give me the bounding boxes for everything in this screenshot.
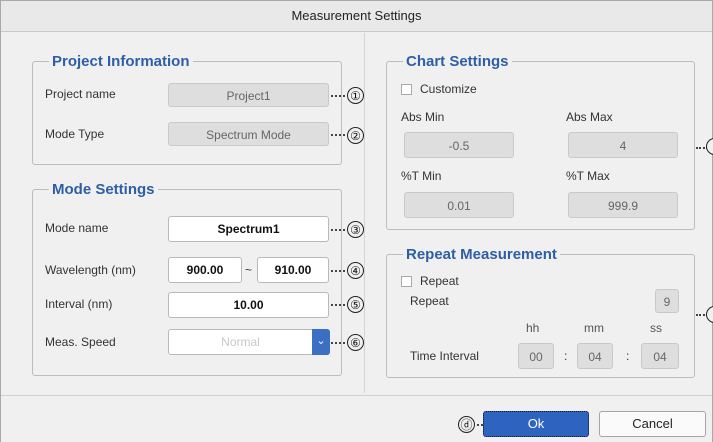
time-interval-label: Time Interval: [410, 349, 479, 363]
meas-speed-label: Meas. Speed: [45, 335, 116, 349]
t-max-field: 999.9: [568, 192, 678, 218]
wavelength-start-input[interactable]: 900.00: [168, 257, 242, 283]
mm-field: 04: [577, 343, 613, 369]
t-min-field: 0.01: [404, 192, 514, 218]
measurement-settings-window: Measurement Settings Project Information…: [0, 0, 713, 442]
column-divider: [364, 33, 365, 393]
callout-3: ③: [347, 221, 364, 238]
colon-1: :: [564, 349, 568, 363]
callout-4: ④: [347, 262, 364, 279]
customize-checkbox[interactable]: [401, 84, 412, 95]
hh-label: hh: [526, 321, 540, 335]
project-information-group: Project Information: [32, 53, 342, 165]
callout-1: ①: [347, 87, 364, 104]
chart-settings-legend: Chart Settings: [406, 53, 509, 70]
meas-speed-dropdown-button[interactable]: ⌄: [312, 329, 330, 355]
callout-leader-2: [331, 134, 345, 136]
colon-2: :: [626, 349, 630, 363]
window-title: Measurement Settings: [1, 1, 712, 32]
hh-field: 00: [518, 343, 554, 369]
t-min-label: %T Min: [401, 169, 442, 183]
callout-leader-1: [331, 95, 345, 97]
project-name-field: Project1: [168, 83, 329, 107]
abs-max-field: 4: [568, 132, 678, 158]
mode-name-label: Mode name: [45, 221, 109, 235]
callout-leader-3: [331, 229, 345, 231]
wavelength-label: Wavelength (nm): [45, 263, 136, 277]
abs-min-label: Abs Min: [401, 110, 445, 124]
customize-label: Customize: [420, 82, 477, 96]
interval-input[interactable]: 10.00: [168, 292, 329, 318]
meas-speed-select[interactable]: Normal: [168, 329, 313, 355]
callout-6: ⑥: [347, 334, 364, 351]
callout-leader-6: [331, 342, 345, 344]
repeat-checkbox-label: Repeat: [420, 274, 459, 288]
interval-label: Interval (nm): [45, 297, 113, 311]
cancel-button[interactable]: Cancel: [599, 411, 706, 437]
callout-leader-4: [331, 270, 345, 272]
chevron-down-icon: ⌄: [316, 335, 326, 347]
repeat-checkbox[interactable]: [401, 276, 412, 287]
t-max-label: %T Max: [566, 169, 610, 183]
repeat-count-label: Repeat: [410, 294, 449, 308]
ss-field: 04: [641, 343, 679, 369]
abs-max-label: Abs Max: [566, 110, 613, 124]
abs-min-field: -0.5: [404, 132, 514, 158]
ok-button[interactable]: Ok: [483, 411, 589, 437]
project-information-legend: Project Information: [52, 53, 190, 70]
callout-5: ⑤: [347, 296, 364, 313]
mode-settings-legend: Mode Settings: [52, 181, 155, 198]
mode-type-label: Mode Type: [45, 127, 105, 141]
repeat-count-field: 9: [655, 289, 679, 313]
mode-name-input[interactable]: Spectrum1: [168, 216, 329, 242]
callout-leader-5: [331, 304, 345, 306]
mm-label: mm: [584, 321, 604, 335]
callout-2: ②: [347, 127, 364, 144]
callout-repeat-partial: [706, 306, 713, 323]
repeat-measurement-legend: Repeat Measurement: [406, 246, 557, 263]
mode-type-field: Spectrum Mode: [168, 122, 329, 146]
callout-chart-partial: [706, 138, 713, 155]
ss-label: ss: [650, 321, 662, 335]
callout-d: ⓓ: [458, 416, 475, 433]
wavelength-separator: ~: [245, 263, 253, 277]
project-name-label: Project name: [45, 87, 116, 101]
wavelength-end-input[interactable]: 910.00: [257, 257, 329, 283]
